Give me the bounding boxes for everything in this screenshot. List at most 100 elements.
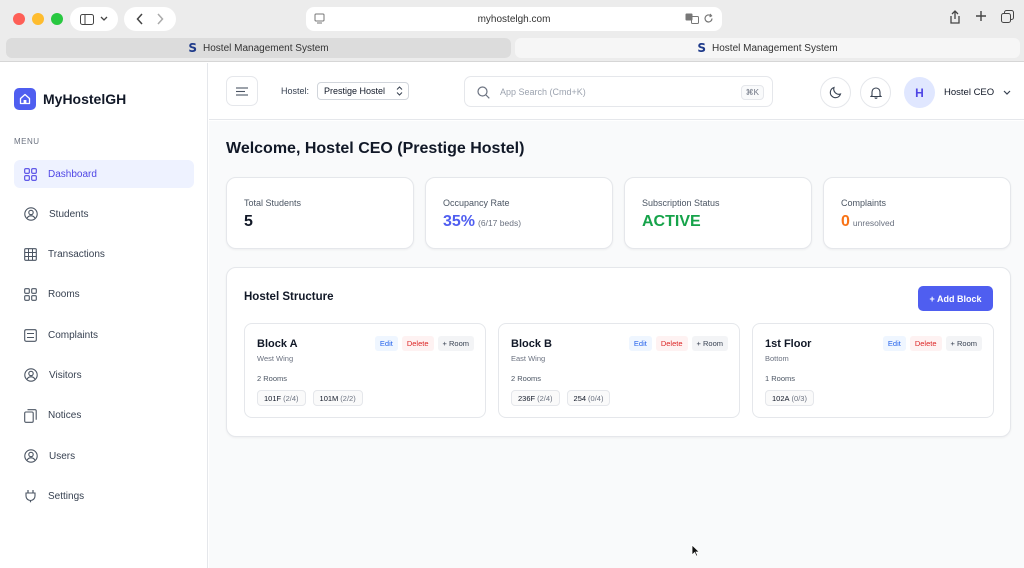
page-settings-icon[interactable] [314, 13, 325, 24]
stat-subtext: unresolved [852, 218, 895, 228]
chevron-down-icon [1003, 90, 1011, 95]
edit-block-button[interactable]: Edit [374, 336, 398, 351]
sidebar-item-students[interactable]: Students [14, 200, 194, 228]
add-room-button[interactable]: + Room [945, 336, 982, 351]
url-text: myhostelgh.com [477, 13, 551, 25]
translate-icon[interactable] [685, 13, 699, 24]
block-description: West Wing [257, 354, 294, 363]
sidebar-item-label: Transactions [48, 249, 105, 261]
stat-card-occupancy: Occupancy Rate 35% (6/17 beds) [425, 177, 613, 249]
sidebar-item-rooms[interactable]: Rooms [14, 281, 194, 309]
user-circle-icon [24, 207, 38, 222]
block-name: 1st Floor [765, 338, 812, 350]
theme-toggle-button[interactable] [820, 77, 851, 108]
menu-label: MENU [14, 137, 40, 146]
app-search[interactable]: App Search (Cmd+K) ⌘K [464, 76, 773, 107]
sidebar-item-label: Notices [48, 410, 82, 422]
main-content: Welcome, Hostel CEO (Prestige Hostel) To… [209, 121, 1024, 568]
delete-block-button[interactable]: Delete [655, 336, 688, 351]
browser-tab-active[interactable]: S Hostel Management System [515, 38, 1020, 58]
browser-tab[interactable]: S Hostel Management System [6, 38, 511, 58]
stat-card-complaints: Complaints 0 unresolved [823, 177, 1011, 249]
hostel-label: Hostel: [281, 86, 310, 96]
close-window-button[interactable] [13, 13, 25, 25]
stat-value: 0 unresolved [841, 213, 895, 230]
edit-block-button[interactable]: Edit [882, 336, 906, 351]
favicon-icon: S [697, 41, 707, 55]
sidebar-item-visitors[interactable]: Visitors [14, 361, 194, 389]
block-room-count: 1 Rooms [765, 374, 796, 383]
avatar: H [904, 77, 935, 108]
tab-overview-icon[interactable] [1001, 10, 1014, 23]
hostel-structure-panel: Hostel Structure + Add Block Block A Wes… [226, 267, 1011, 437]
maximize-window-button[interactable] [51, 13, 63, 25]
room-chip[interactable]: 101M (2/2) [312, 390, 363, 406]
sidebar-item-complaints[interactable]: Complaints [14, 321, 194, 349]
sidebar-item-notices[interactable]: Notices [14, 402, 194, 430]
sidebar-item-users[interactable]: Users [14, 442, 194, 470]
add-block-button[interactable]: + Add Block [918, 286, 993, 311]
browser-actions [949, 10, 1014, 24]
favicon-icon: S [188, 41, 198, 55]
brand[interactable]: MyHostelGH [14, 88, 126, 110]
search-icon [477, 86, 490, 99]
delete-block-button[interactable]: Delete [401, 336, 434, 351]
back-icon[interactable] [136, 13, 144, 25]
stat-value: 5 [244, 213, 253, 230]
sidebar-item-label: Complaints [48, 329, 99, 341]
table-icon [24, 248, 37, 261]
menu-toggle-button[interactable] [226, 76, 258, 106]
search-shortcut: ⌘K [740, 85, 764, 100]
block-card: Block B East Wing 2 Rooms Edit Delete + … [498, 323, 740, 418]
sidebar-item-settings[interactable]: Settings [14, 482, 194, 510]
plug-icon [25, 490, 36, 503]
bell-icon [869, 87, 882, 99]
delete-block-button[interactable]: Delete [909, 336, 942, 351]
stat-subtext: (6/17 beds) [478, 218, 522, 228]
stat-card-total-students: Total Students 5 [226, 177, 414, 249]
new-tab-icon[interactable] [975, 10, 987, 22]
block-room-count: 2 Rooms [257, 374, 288, 383]
browser-chrome: myhostelgh.com S Hostel Management Syste… [0, 0, 1024, 62]
stat-value: ACTIVE [642, 213, 701, 230]
sidebar-item-label: Settings [48, 490, 85, 502]
forward-icon[interactable] [156, 13, 164, 25]
add-room-button[interactable]: + Room [437, 336, 474, 351]
dashboard-icon [24, 167, 37, 181]
address-bar[interactable]: myhostelgh.com [306, 7, 722, 31]
block-name: Block B [511, 338, 552, 350]
room-chip[interactable]: 236F (2/4) [511, 390, 560, 406]
block-description: East Wing [511, 354, 546, 363]
stat-label: Total Students [244, 198, 302, 208]
add-room-button[interactable]: + Room [691, 336, 728, 351]
sidebar-item-transactions[interactable]: Transactions [14, 241, 194, 269]
minimize-window-button[interactable] [32, 13, 44, 25]
hostel-selected-value: Prestige Hostel [324, 86, 386, 96]
tab-title: Hostel Management System [203, 42, 329, 54]
page-title: Welcome, Hostel CEO (Prestige Hostel) [226, 140, 525, 157]
stat-value: 35% (6/17 beds) [443, 213, 522, 230]
menu-icon [236, 86, 248, 96]
browser-sidebar-toggle[interactable] [70, 7, 118, 31]
home-icon [14, 88, 36, 110]
block-name: Block A [257, 338, 298, 350]
edit-block-button[interactable]: Edit [628, 336, 652, 351]
block-card: 1st Floor Bottom 1 Rooms Edit Delete + R… [752, 323, 994, 418]
sidebar-item-dashboard[interactable]: Dashboard [14, 160, 194, 188]
hostel-select[interactable]: Prestige Hostel [317, 82, 409, 100]
share-icon[interactable] [949, 10, 961, 24]
room-chip[interactable]: 254 (0/4) [566, 390, 611, 406]
tab-title: Hostel Management System [712, 42, 838, 54]
brand-name: MyHostelGH [43, 91, 127, 107]
user-name: Hostel CEO [944, 87, 995, 98]
block-card: Block A West Wing 2 Rooms Edit Delete + … [244, 323, 486, 418]
app-header: Hostel: Prestige Hostel App Search (Cmd+… [209, 63, 1024, 120]
room-chip[interactable]: 102A (0/3) [765, 390, 814, 406]
stat-label: Occupancy Rate [443, 198, 510, 208]
reload-icon[interactable] [703, 13, 714, 24]
select-chevron-icon [396, 86, 403, 96]
room-chip[interactable]: 101F (2/4) [257, 390, 306, 406]
chevron-down-icon [100, 16, 108, 21]
user-menu[interactable]: H Hostel CEO [904, 77, 1011, 108]
notifications-button[interactable] [860, 77, 891, 108]
